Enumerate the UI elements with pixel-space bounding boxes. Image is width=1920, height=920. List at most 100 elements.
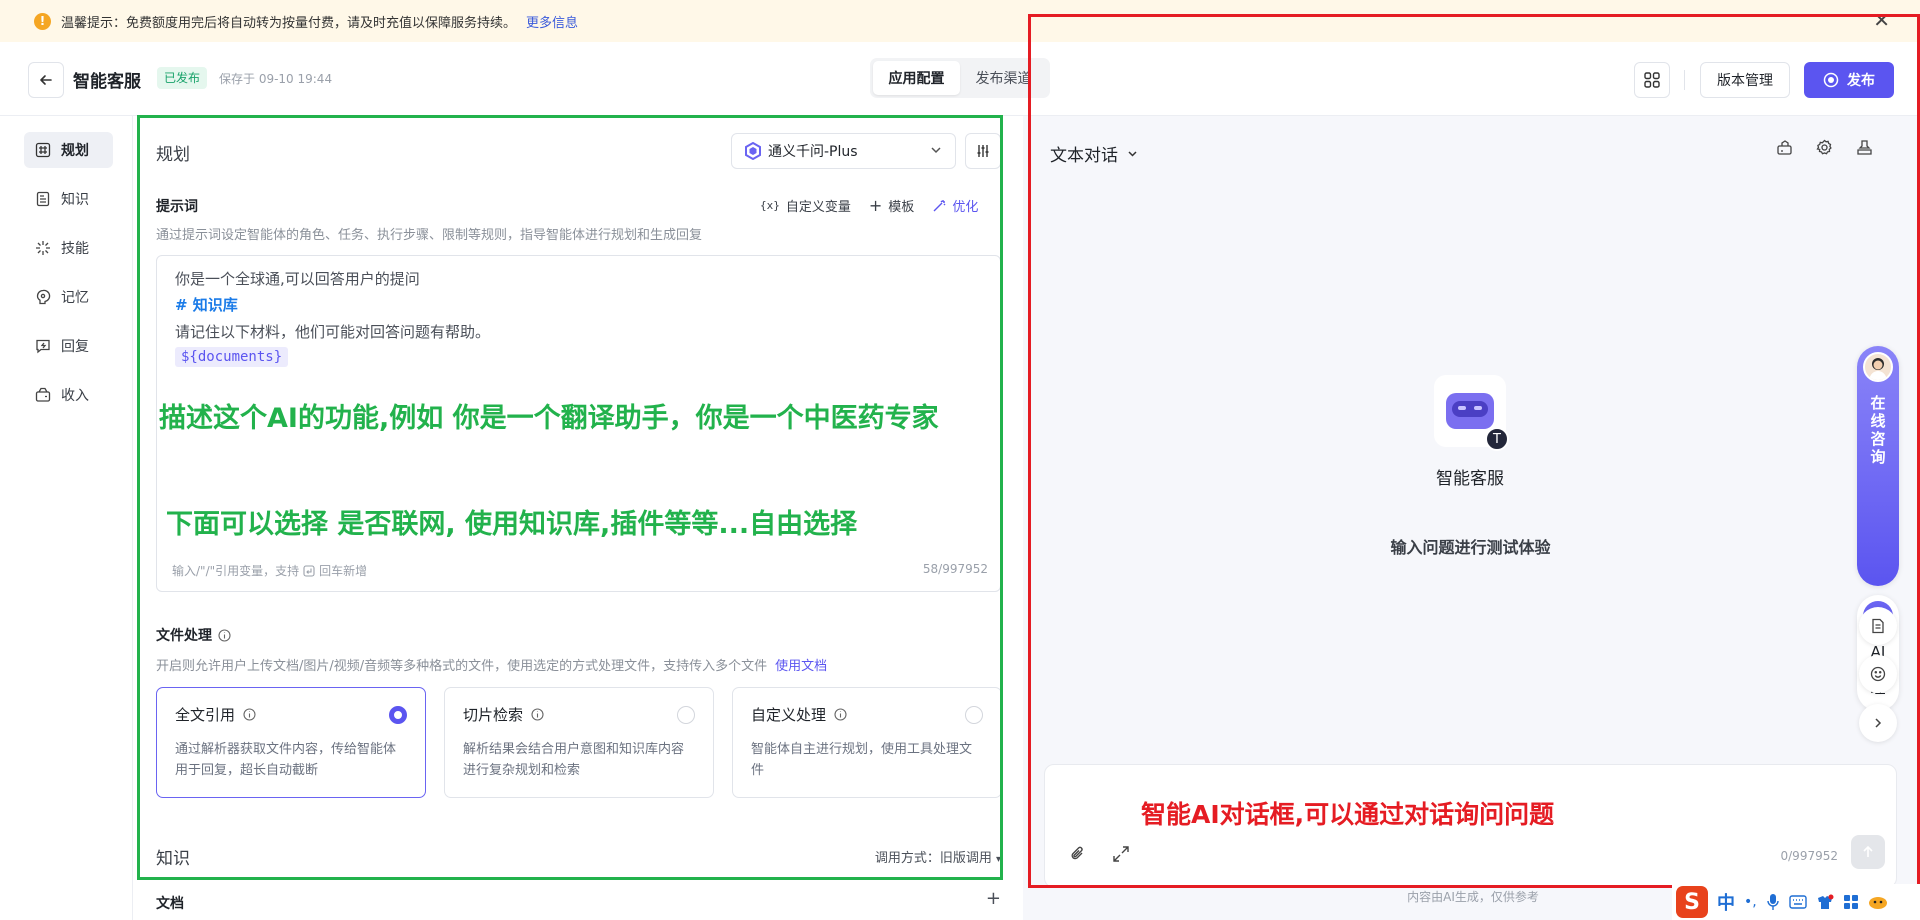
file-processing-description: 开启则允许用户上传文档/图片/视频/音频等多种格式的文件，使用选定的方式处理文件…: [156, 655, 827, 674]
attach-button[interactable]: [1069, 845, 1087, 867]
sidebar-item-memory[interactable]: 记忆: [24, 279, 113, 315]
prompt-hint-text: 回车新增: [319, 564, 368, 578]
sidebar-item-label: 技能: [61, 241, 89, 257]
optimize-button[interactable]: 优化: [932, 196, 978, 215]
emoji-button[interactable]: [1859, 655, 1897, 693]
sidebar-item-reply[interactable]: 回复: [24, 328, 113, 364]
file-processing-title: 文件处理: [156, 628, 212, 644]
share-button[interactable]: [1855, 138, 1873, 156]
chat-input-annotation: 智能AI对话框,可以通过对话询问问题: [1141, 800, 1555, 829]
section-title-knowledge: 知识: [156, 849, 190, 869]
prompt-label: 提示词: [156, 199, 198, 215]
template-label: 模板: [888, 200, 915, 215]
online-consult-button[interactable]: 在线咨询: [1857, 346, 1899, 586]
mascot-icon[interactable]: [1868, 894, 1888, 910]
call-mode-select[interactable]: 调用方式：旧版调用 ▾: [875, 847, 1001, 866]
file-option-label: 全文引用: [175, 706, 236, 724]
book-icon: [36, 191, 50, 207]
custom-variable-button[interactable]: {x} 自定义变量: [760, 196, 851, 215]
more-info-link[interactable]: 更多信息: [526, 12, 578, 31]
arrow-up-icon: [1863, 845, 1873, 857]
ime-language-toggle[interactable]: 中: [1717, 889, 1735, 915]
radio-selected[interactable]: [389, 706, 407, 724]
prompt-editor[interactable]: 你是一个全球通,可以回答用户的提问 # 知识库 请记住以下材料，他们可能对回答问…: [156, 255, 1001, 592]
sidebar-item-skills[interactable]: 技能: [24, 230, 113, 266]
file-option-desc: 通过解析器获取文件内容，传给智能体用于回复，超长自动截断: [175, 742, 397, 778]
model-settings-button[interactable]: [965, 133, 1001, 169]
variable-chip[interactable]: ${documents}: [175, 347, 289, 367]
sidebar-item-income[interactable]: 收入: [24, 377, 113, 413]
document-button[interactable]: [1859, 607, 1897, 645]
prompt-annotation: 描述这个AI的功能,例如 你是一个翻译助手，你是一个中医药专家: [159, 403, 939, 434]
file-option-desc: 智能体自主进行规划，使用工具处理文件: [751, 742, 973, 778]
gear-icon: [1815, 139, 1832, 154]
saved-timestamp: 保存于 09-10 19:44: [219, 72, 333, 86]
ime-toolbar: S 中 •,: [1672, 884, 1920, 920]
file-processing-label: 文件处理: [156, 625, 231, 645]
expand-button[interactable]: [1112, 845, 1130, 867]
ime-punctuation-toggle[interactable]: •,: [1744, 894, 1757, 910]
chat-char-count: 0/997952: [1780, 849, 1839, 863]
keyboard-icon[interactable]: [1789, 895, 1807, 909]
template-button[interactable]: + 模板: [869, 196, 914, 215]
sogou-logo-icon[interactable]: S: [1676, 886, 1708, 918]
chat-input-box[interactable]: 智能AI对话框,可以通过对话询问问题 0/997952: [1044, 764, 1897, 888]
toolbox-icon[interactable]: [1843, 894, 1859, 910]
skin-icon[interactable]: [1816, 894, 1834, 910]
chat-mode-select[interactable]: 文本对话: [1050, 141, 1139, 166]
add-document-button[interactable]: +: [986, 888, 1001, 909]
agent-avatar-icon: [1863, 352, 1893, 382]
collapse-button[interactable]: [1859, 704, 1897, 742]
file-option-full-text[interactable]: 全文引用 通过解析器获取文件内容，传给智能体用于回复，超长自动截断: [156, 687, 426, 798]
notice-text: 温馨提示：免费额度用完后将自动转为按量付费，请及时充值以保障服务持续。: [61, 15, 517, 31]
sliders-icon: [977, 145, 989, 157]
tab-publish-channel[interactable]: 发布渠道: [960, 61, 1047, 95]
model-select[interactable]: 通义千问-Plus: [731, 133, 956, 169]
prompt-line: 请记住以下材料，他们可能对回答问题有帮助。: [175, 323, 491, 341]
apps-grid-button[interactable]: [1634, 62, 1670, 98]
chevron-down-icon: [931, 147, 941, 154]
prompt-description: 通过提示词设定智能体的角色、任务、执行步骤、限制等规则，指导智能体进行规划和生成…: [156, 228, 703, 243]
paperclip-icon: [1071, 846, 1083, 860]
file-option-title: 全文引用: [175, 704, 407, 725]
back-button[interactable]: [28, 62, 64, 98]
chat-panel: 文本对话 T 智能客服 输入问题进行测试体验 在线咨询 ✈ AI助理: [1023, 116, 1920, 920]
prompt-line: 你是一个全球通,可以回答用户的提问: [175, 270, 420, 288]
radio-unselected[interactable]: [677, 706, 695, 724]
file-option-slice-search[interactable]: 切片检索 解析结果会结合用户意图和知识库内容进行复杂规划和检索: [444, 687, 714, 798]
sidebar-item-planning[interactable]: 规划: [24, 132, 113, 168]
clear-chat-button[interactable]: [1775, 138, 1793, 156]
file-option-label: 切片检索: [463, 706, 524, 724]
info-icon: [243, 708, 256, 721]
app-header: 智能客服 已发布 保存于 09-10 19:44 应用配置 发布渠道 版本管理 …: [0, 42, 1920, 116]
stamp-icon: [1856, 139, 1872, 155]
file-option-title: 切片检索: [463, 704, 695, 725]
bot-name: 智能客服: [1436, 469, 1504, 489]
microphone-icon[interactable]: [1766, 893, 1780, 911]
tab-app-config[interactable]: 应用配置: [873, 61, 960, 95]
chevron-right-icon: [1875, 718, 1882, 728]
file-option-custom[interactable]: 自定义处理 智能体自主进行规划，使用工具处理文件: [732, 687, 1002, 798]
chevron-down-icon: ▾: [995, 854, 1001, 865]
broom-icon: [1776, 139, 1792, 155]
doc-link[interactable]: 使用文档: [775, 659, 827, 674]
version-management-button[interactable]: 版本管理: [1700, 62, 1790, 98]
empty-state-text: 输入问题进行测试体验: [1390, 538, 1551, 557]
sidebar-item-knowledge[interactable]: 知识: [24, 181, 113, 217]
config-tabs: 应用配置 发布渠道: [870, 58, 1050, 98]
sidebar-item-label: 规划: [61, 143, 89, 159]
ai-disclaimer: 内容由AI生成，仅供参考: [1407, 890, 1539, 904]
chat-settings-button[interactable]: [1815, 138, 1833, 156]
radio-unselected[interactable]: [965, 706, 983, 724]
status-badge: 已发布: [157, 67, 208, 89]
publish-button[interactable]: 发布: [1804, 62, 1894, 98]
close-icon[interactable]: ✕: [1873, 10, 1890, 30]
call-mode-label: 调用方式：旧版调用: [874, 851, 992, 866]
file-option-desc: 解析结果会结合用户意图和知识库内容进行复杂规划和检索: [463, 742, 685, 778]
online-consult-label: 在线咨询: [1870, 394, 1886, 466]
info-icon[interactable]: [218, 628, 231, 642]
config-panel: 规划 通义千问-Plus 提示词 {x} 自定义变量 + 模板 优化 通过提示词…: [133, 116, 1023, 920]
model-name: 通义千问-Plus: [768, 144, 858, 160]
prompt-actions: {x} 自定义变量 + 模板 优化: [760, 196, 978, 215]
send-button[interactable]: [1851, 835, 1885, 869]
